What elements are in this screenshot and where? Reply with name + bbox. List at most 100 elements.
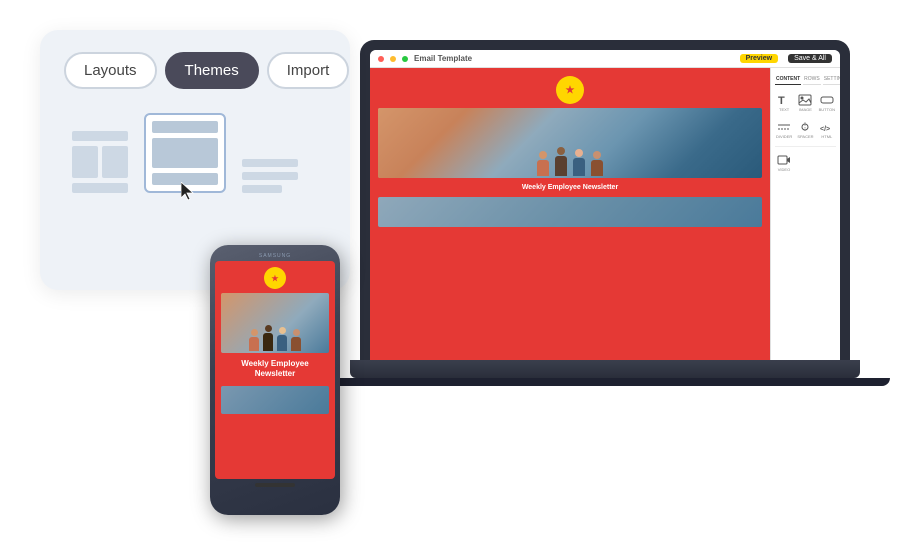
sidebar-tab-content[interactable]: CONTENT	[775, 74, 801, 85]
svg-text:</>: </>	[820, 126, 830, 133]
template-hero-image	[378, 108, 762, 178]
person-head	[251, 329, 258, 336]
person-4	[591, 151, 603, 176]
person-body	[591, 160, 603, 176]
tool-video[interactable]: VIDEO	[775, 151, 793, 175]
button-icon	[819, 94, 835, 106]
tool-image-label: IMAGE	[799, 107, 812, 112]
tool-button[interactable]: BUTTON	[818, 91, 836, 115]
phone-secondary-image	[221, 386, 329, 414]
email-app: Email Template Preview Save & All ★	[370, 50, 840, 360]
email-template-preview: ★	[370, 68, 770, 360]
layout-grid	[64, 113, 326, 193]
person-head	[265, 325, 272, 332]
phone-email-preview: ★	[215, 261, 335, 479]
newsletter-title: Weekly Employee Newsletter	[522, 182, 618, 193]
laptop-base	[350, 360, 860, 378]
layout-text[interactable]	[242, 159, 298, 193]
person-body	[555, 156, 567, 176]
email-content-area: ★	[370, 68, 840, 360]
people-overlay	[378, 108, 762, 178]
layout-block	[152, 138, 218, 168]
video-icon	[776, 154, 792, 166]
sidebar-divider	[775, 146, 836, 147]
tool-grid: T TEXT IMAGE	[775, 91, 836, 142]
tool-spacer[interactable]: SPACER	[796, 118, 814, 142]
tool-text[interactable]: T TEXT	[775, 91, 793, 115]
layout-block	[72, 183, 128, 193]
layout-col	[72, 146, 98, 178]
person-head	[293, 329, 300, 336]
sidebar-tabs: CONTENT ROWS SETTINGS	[775, 74, 836, 85]
layout-single-col[interactable]	[144, 113, 226, 193]
person-head	[539, 151, 547, 159]
email-sidebar: CONTENT ROWS SETTINGS T TEXT	[770, 68, 840, 360]
tool-text-label: TEXT	[779, 107, 789, 112]
tool-html[interactable]: </> HTML	[818, 118, 836, 142]
tab-import[interactable]: Import	[267, 52, 350, 89]
layout-row	[72, 146, 128, 178]
layout-block	[72, 131, 128, 141]
window-close	[378, 56, 384, 62]
tool-divider[interactable]: DIVIDER	[775, 118, 793, 142]
template-logo: ★	[556, 76, 584, 104]
person-body	[277, 335, 287, 351]
person-body	[291, 337, 301, 351]
phone-home-bar	[255, 483, 295, 487]
tab-themes[interactable]: Themes	[165, 52, 259, 89]
tool-button-label: BUTTON	[819, 107, 835, 112]
scene: Layouts Themes Import	[0, 0, 900, 555]
window-maximize	[402, 56, 408, 62]
person-body	[573, 158, 585, 176]
phone: SAMSUNG ★	[210, 245, 340, 525]
sidebar-tab-settings[interactable]: SETTINGS	[823, 74, 840, 85]
phone-outer: SAMSUNG ★	[210, 245, 340, 515]
app-title: Email Template	[414, 54, 472, 63]
laptop-screen-inner: Email Template Preview Save & All ★	[370, 50, 840, 360]
tool-html-label: HTML	[821, 134, 832, 139]
phone-newsletter-title: Weekly EmployeeNewsletter	[237, 357, 312, 382]
layout-block	[242, 172, 298, 180]
phone-screen: ★	[215, 261, 335, 479]
person-head	[279, 327, 286, 334]
save-badge[interactable]: Save & All	[788, 54, 832, 63]
tool-image[interactable]: IMAGE	[796, 91, 814, 115]
phone-hero-image	[221, 293, 329, 353]
layout-block	[242, 185, 282, 193]
cursor-icon	[181, 182, 197, 207]
person-2	[555, 147, 567, 176]
divider-icon	[776, 121, 792, 133]
person-1	[537, 151, 549, 176]
html-icon: </>	[819, 121, 835, 133]
person-2	[263, 325, 273, 351]
layout-block	[152, 121, 218, 133]
tool-divider-label: DIVIDER	[776, 134, 792, 139]
laptop-screen-outer: Email Template Preview Save & All ★	[360, 40, 850, 360]
text-icon: T	[776, 94, 792, 106]
sidebar-tab-rows[interactable]: ROWS	[803, 74, 821, 85]
phone-logo-icon: ★	[271, 274, 278, 283]
spacer-icon	[797, 121, 813, 133]
layout-block	[242, 159, 298, 167]
phone-brand: SAMSUNG	[215, 253, 335, 259]
logo-icon: ★	[566, 85, 575, 96]
preview-badge[interactable]: Preview	[740, 54, 778, 63]
person-body	[249, 337, 259, 351]
person-head	[593, 151, 601, 159]
person-1	[249, 329, 259, 351]
person-3	[277, 327, 287, 351]
person-body	[537, 160, 549, 176]
tool-spacer-label: SPACER	[797, 134, 813, 139]
tool-video-label: VIDEO	[778, 167, 790, 172]
tab-layouts[interactable]: Layouts	[64, 52, 157, 89]
template-secondary-image	[378, 197, 762, 227]
phone-people	[221, 293, 329, 353]
layout-two-col[interactable]	[72, 131, 128, 193]
person-body	[263, 333, 273, 351]
person-4	[291, 329, 301, 351]
person-3	[573, 149, 585, 176]
person-head	[557, 147, 565, 155]
email-app-header: Email Template Preview Save & All	[370, 50, 840, 68]
phone-logo: ★	[264, 267, 286, 289]
image-icon	[797, 94, 813, 106]
